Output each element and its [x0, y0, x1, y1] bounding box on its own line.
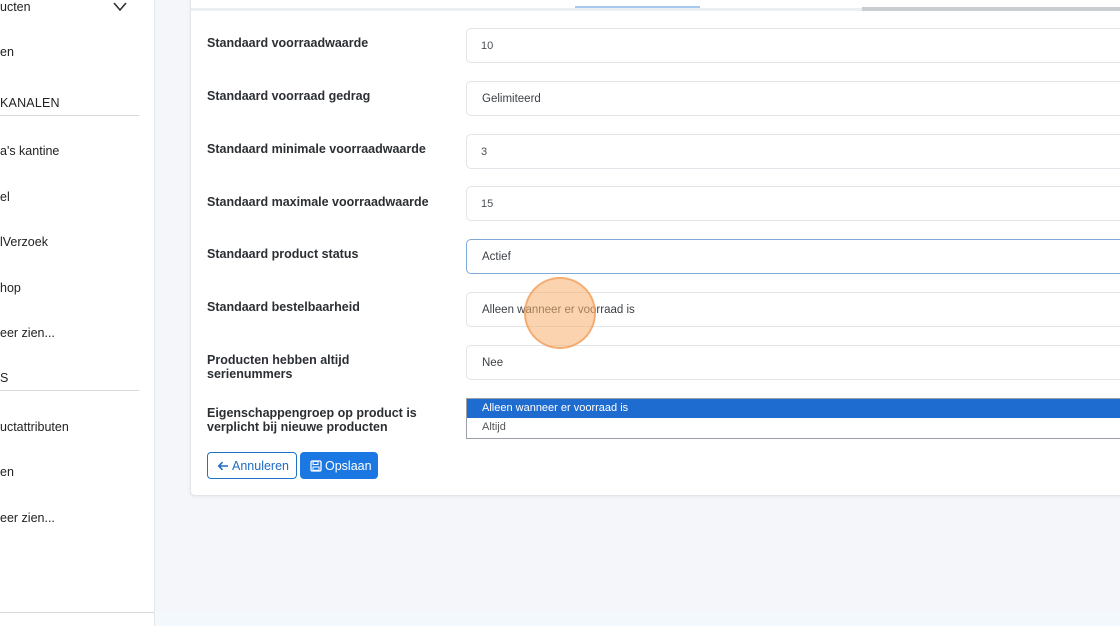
sidebar-divider — [0, 115, 139, 116]
min-stock-input[interactable]: 3 — [466, 134, 1120, 169]
sidebar-item-productattributen[interactable]: uctattributen — [0, 420, 69, 434]
sidebar-item-shop[interactable]: hop — [0, 281, 21, 295]
dropdown-option-altijd[interactable]: Altijd — [467, 418, 1120, 437]
label-standaard-bestelbaarheid: Standaard bestelbaarheid — [207, 300, 360, 314]
stock-value-input[interactable]: 10 — [466, 28, 1120, 63]
field-value: 15 — [481, 197, 494, 210]
product-status-select[interactable]: Actief — [466, 239, 1120, 274]
sidebar-item-meer-zien-2[interactable]: eer zien... — [0, 511, 55, 525]
floppy-disk-icon — [310, 459, 322, 472]
sidebar-item-label: eer zien... — [0, 511, 55, 525]
field-value: Actief — [482, 250, 511, 263]
field-value: 10 — [481, 39, 494, 52]
chevron-down-icon[interactable] — [112, 0, 128, 14]
label-serienummers: Producten hebben altijd serienummers — [207, 353, 350, 381]
tab-active-indicator[interactable] — [575, 6, 700, 8]
sidebar-item-11[interactable]: en — [0, 465, 14, 479]
tab-bar-scroll — [862, 7, 1120, 11]
cancel-button-label: Annuleren — [232, 458, 289, 473]
label-eigenschappengroep: Eigenschappengroep op product is verplic… — [207, 406, 417, 434]
sidebar-item-producten[interactable]: ucten — [0, 0, 31, 14]
cancel-button[interactable]: Annuleren — [207, 452, 297, 479]
sidebar-item-label: a's kantine — [0, 144, 60, 158]
sidebar-item-meer-zien[interactable]: eer zien... — [0, 326, 55, 340]
sidebar-item-label: eer zien... — [0, 326, 55, 340]
field-value: 3 — [481, 145, 488, 158]
sidebar-section-heading: S — [0, 371, 9, 385]
field-value: Nee — [482, 356, 504, 369]
sidebar-divider — [0, 390, 139, 391]
max-stock-input[interactable]: 15 — [466, 186, 1120, 221]
sidebar-item-1[interactable]: en — [0, 45, 14, 59]
field-value: Alleen wanneer er voorraad is — [482, 303, 635, 316]
orderability-select[interactable]: Alleen wanneer er voorraad is — [466, 292, 1120, 327]
arrow-left-icon — [217, 460, 229, 472]
sidebar-item-label: hop — [0, 281, 21, 295]
sidebar-item-label: el — [0, 190, 10, 204]
label-standaard-voorraadwaarde: Standaard voorraadwaarde — [207, 36, 369, 50]
sidebar-item-kantine[interactable]: a's kantine — [0, 144, 59, 158]
sidebar-item-label: ucten — [0, 0, 31, 14]
sidebar-item-label: uctattributen — [0, 420, 69, 434]
stock-behaviour-select[interactable]: Gelimiteerd — [466, 81, 1120, 116]
sidebar-item-5[interactable]: el — [0, 190, 10, 204]
dropdown-option-alleen-voorraad[interactable]: Alleen wanneer er voorraad is — [467, 399, 1120, 418]
sidebar-item-verzoek[interactable]: lVerzoek — [0, 235, 48, 249]
field-value: Gelimiteerd — [482, 92, 541, 105]
sidebar-section-heading-kanalen: KANALEN — [0, 96, 60, 110]
sidebar-item-label: en — [0, 45, 14, 59]
label-standaard-product-status: Standaard product status — [207, 247, 359, 261]
label-standaard-maximale-voorraadwaarde: Standaard maximale voorraadwaarde — [207, 195, 429, 209]
tab-bar — [191, 8, 862, 11]
serial-numbers-select[interactable]: Nee — [466, 345, 1120, 380]
dropdown-list[interactable]: Alleen wanneer er voorraad is Altijd — [466, 398, 1120, 439]
sidebar: ucten en KANALEN a's kantine el lVerzoek… — [0, 0, 155, 626]
sidebar-item-label: lVerzoek — [0, 235, 48, 249]
save-button-label: Opslaan — [325, 458, 372, 473]
sidebar-item-label: en — [0, 465, 14, 479]
sidebar-bottom-divider — [0, 612, 154, 613]
label-standaard-minimale-voorraadwaarde: Standaard minimale voorraadwaarde — [207, 142, 426, 156]
label-standaard-voorraad-gedrag: Standaard voorraad gedrag — [207, 89, 371, 103]
save-button[interactable]: Opslaan — [300, 452, 378, 479]
page-footer — [155, 611, 1120, 626]
